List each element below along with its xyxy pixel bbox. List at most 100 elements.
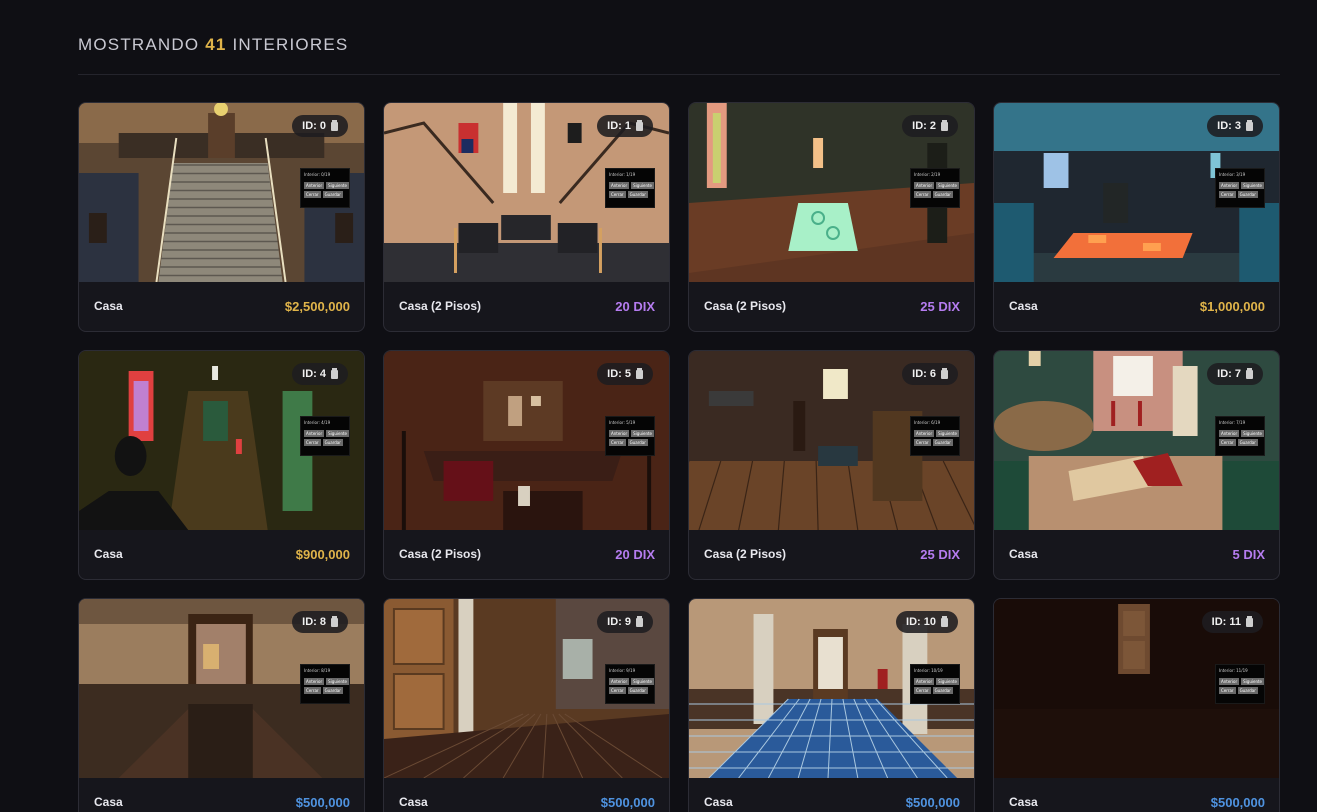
hud-previous-button: Anterior xyxy=(914,430,935,437)
interior-card[interactable]: ID: 9 Interior: 9/19 Anterior Siguiente Cerr… xyxy=(383,598,670,812)
id-label: ID: 6 xyxy=(912,368,936,380)
game-hud-overlay: Interior: 7/19 Anterior Siguiente Cerrar Gua… xyxy=(1215,416,1265,456)
results-header: MOSTRANDO 41 INTERIORES xyxy=(78,34,1280,75)
id-badge[interactable]: ID: 7 xyxy=(1207,363,1263,385)
hud-close-button: Cerrar xyxy=(609,191,626,198)
hud-previous-button: Anterior xyxy=(1219,182,1240,189)
hud-next-button: Siguiente xyxy=(936,182,960,189)
interior-price: 20 DIX xyxy=(615,546,655,562)
interior-price: $1,000,000 xyxy=(1199,298,1265,314)
interior-name: Casa (2 Pisos) xyxy=(704,299,787,313)
interior-price: 20 DIX xyxy=(615,298,655,314)
interior-name: Casa xyxy=(1009,795,1038,809)
interiors-grid: ID: 0 Interior: 0/19 Anterior Siguiente Cerr… xyxy=(78,102,1281,812)
id-badge[interactable]: ID: 2 xyxy=(902,115,958,137)
hud-interior-label: Interior: 6/19 xyxy=(914,420,941,425)
id-label: ID: 7 xyxy=(1217,368,1241,380)
hud-next-button: Siguiente xyxy=(326,678,350,685)
interior-name: Casa xyxy=(94,795,123,809)
interior-price: $500,000 xyxy=(295,794,350,810)
id-label: ID: 11 xyxy=(1211,616,1241,628)
copy-icon xyxy=(1246,119,1253,131)
interior-thumbnail: ID: 0 Interior: 0/19 Anterior Siguiente Cerr… xyxy=(79,103,364,282)
id-label: ID: 9 xyxy=(607,616,631,628)
interior-card[interactable]: ID: 8 Interior: 8/19 Anterior Siguiente Cerr… xyxy=(78,598,365,812)
interior-card[interactable]: ID: 4 Interior: 4/19 Anterior Siguiente Cerr… xyxy=(78,350,365,580)
hud-previous-button: Anterior xyxy=(304,678,325,685)
game-hud-overlay: Interior: 8/19 Anterior Siguiente Cerrar Gua… xyxy=(300,664,350,704)
interior-thumbnail: ID: 2 Interior: 2/19 Anterior Siguiente Cerr… xyxy=(689,103,974,282)
hud-next-button: Siguiente xyxy=(1241,182,1265,189)
game-hud-overlay: Interior: 9/19 Anterior Siguiente Cerrar Gua… xyxy=(605,664,655,704)
card-footer: Casa (2 Pisos) 25 DIX xyxy=(689,281,974,331)
interior-price: $500,000 xyxy=(600,794,655,810)
interior-card[interactable]: ID: 6 Interior: 6/19 Anterior Siguiente Cerr… xyxy=(688,350,975,580)
hud-close-button: Cerrar xyxy=(914,687,931,694)
id-badge[interactable]: ID: 0 xyxy=(292,115,348,137)
hud-save-button: Guardar xyxy=(322,439,343,446)
hud-next-button: Siguiente xyxy=(936,678,960,685)
hud-previous-button: Anterior xyxy=(914,678,935,685)
hud-close-button: Cerrar xyxy=(304,439,321,446)
id-badge[interactable]: ID: 3 xyxy=(1207,115,1263,137)
copy-icon xyxy=(636,119,643,131)
id-badge[interactable]: ID: 9 xyxy=(597,611,653,633)
id-badge[interactable]: ID: 5 xyxy=(597,363,653,385)
id-badge[interactable]: ID: 11 xyxy=(1201,611,1263,633)
game-hud-overlay: Interior: 11/19 Anterior Siguiente Cerrar Gu… xyxy=(1215,664,1265,704)
interior-card[interactable]: ID: 1 Interior: 1/19 Anterior Siguiente Cerr… xyxy=(383,102,670,332)
interior-card[interactable]: ID: 3 Interior: 3/19 Anterior Siguiente Cerr… xyxy=(993,102,1280,332)
card-footer: Casa $500,000 xyxy=(384,777,669,812)
interior-card[interactable]: ID: 10 Interior: 10/19 Anterior Siguiente Ce… xyxy=(688,598,975,812)
interior-card[interactable]: ID: 5 Interior: 5/19 Anterior Siguiente Cerr… xyxy=(383,350,670,580)
interior-card[interactable]: ID: 0 Interior: 0/19 Anterior Siguiente Cerr… xyxy=(78,102,365,332)
hud-close-button: Cerrar xyxy=(1219,687,1236,694)
game-hud-overlay: Interior: 6/19 Anterior Siguiente Cerrar Gua… xyxy=(910,416,960,456)
header-suffix: INTERIORES xyxy=(232,35,349,54)
hud-next-button: Siguiente xyxy=(936,430,960,437)
hud-save-button: Guardar xyxy=(322,191,343,198)
interior-name: Casa xyxy=(399,795,428,809)
card-footer: Casa $500,000 xyxy=(689,777,974,812)
hud-close-button: Cerrar xyxy=(304,687,321,694)
interior-price: $900,000 xyxy=(295,546,350,562)
id-badge[interactable]: ID: 1 xyxy=(597,115,653,137)
game-hud-overlay: Interior: 2/19 Anterior Siguiente Cerrar Gua… xyxy=(910,168,960,208)
interior-card[interactable]: ID: 11 Interior: 11/19 Anterior Siguiente Ce… xyxy=(993,598,1280,812)
hud-interior-label: Interior: 10/19 xyxy=(914,668,943,673)
id-badge[interactable]: ID: 6 xyxy=(902,363,958,385)
interior-name: Casa xyxy=(1009,299,1038,313)
interior-thumbnail: ID: 5 Interior: 5/19 Anterior Siguiente Cerr… xyxy=(384,351,669,530)
hud-next-button: Siguiente xyxy=(631,678,655,685)
interior-price: $2,500,000 xyxy=(284,298,350,314)
hud-save-button: Guardar xyxy=(932,687,953,694)
results-count-title: MOSTRANDO 41 INTERIORES xyxy=(78,34,1280,56)
hud-save-button: Guardar xyxy=(932,191,953,198)
interior-thumbnail: ID: 1 Interior: 1/19 Anterior Siguiente Cerr… xyxy=(384,103,669,282)
game-hud-overlay: Interior: 4/19 Anterior Siguiente Cerrar Gua… xyxy=(300,416,350,456)
interior-thumbnail: ID: 10 Interior: 10/19 Anterior Siguiente Ce… xyxy=(689,599,974,778)
id-badge[interactable]: ID: 4 xyxy=(292,363,348,385)
interior-count: 41 xyxy=(205,35,227,54)
hud-next-button: Siguiente xyxy=(1241,430,1265,437)
hud-close-button: Cerrar xyxy=(914,191,931,198)
copy-icon xyxy=(1246,615,1253,627)
id-badge[interactable]: ID: 10 xyxy=(896,611,958,633)
copy-icon xyxy=(331,367,338,379)
game-hud-overlay: Interior: 5/19 Anterior Siguiente Cerrar Gua… xyxy=(605,416,655,456)
hud-next-button: Siguiente xyxy=(1241,678,1265,685)
interior-card[interactable]: ID: 2 Interior: 2/19 Anterior Siguiente Cerr… xyxy=(688,102,975,332)
card-footer: Casa (2 Pisos) 20 DIX xyxy=(384,529,669,579)
interior-thumbnail: ID: 3 Interior: 3/19 Anterior Siguiente Cerr… xyxy=(994,103,1279,282)
hud-interior-label: Interior: 2/19 xyxy=(914,172,941,177)
id-badge[interactable]: ID: 8 xyxy=(292,611,348,633)
interior-card[interactable]: ID: 7 Interior: 7/19 Anterior Siguiente Cerr… xyxy=(993,350,1280,580)
interior-name: Casa xyxy=(94,299,123,313)
hud-previous-button: Anterior xyxy=(609,678,630,685)
interior-price: $500,000 xyxy=(1210,794,1265,810)
hud-interior-label: Interior: 1/19 xyxy=(609,172,636,177)
hud-close-button: Cerrar xyxy=(1219,191,1236,198)
hud-interior-label: Interior: 8/19 xyxy=(304,668,331,673)
interior-thumbnail: ID: 8 Interior: 8/19 Anterior Siguiente Cerr… xyxy=(79,599,364,778)
card-footer: Casa $500,000 xyxy=(994,777,1279,812)
